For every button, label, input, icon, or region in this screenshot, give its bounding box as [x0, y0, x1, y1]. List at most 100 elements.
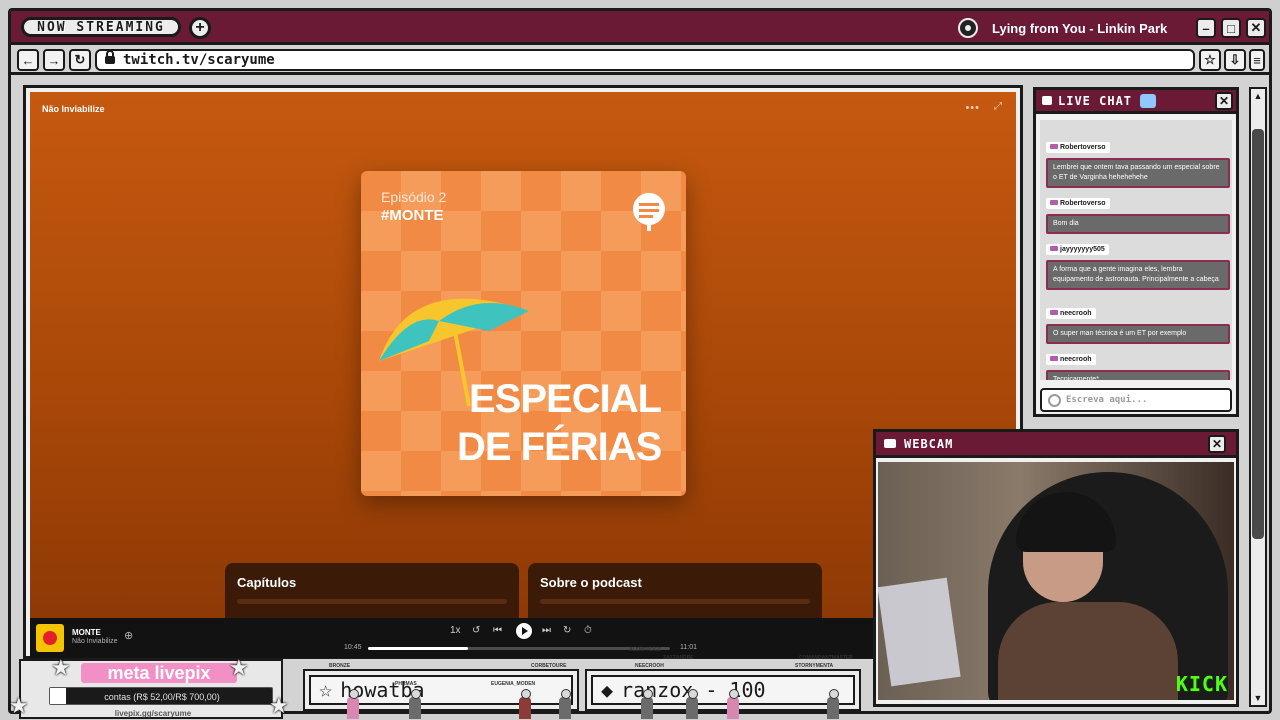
chat-message: Robertoverso Bom dia — [1046, 192, 1230, 234]
webcam-title: WEBCAM — [904, 436, 954, 451]
chat-username-text: Robertoverso — [1060, 144, 1106, 151]
page-scrollbar[interactable]: ▲ ▼ — [1249, 87, 1267, 707]
address-field[interactable]: twitch.tv/scaryume — [95, 49, 1195, 71]
url-text: twitch.tv/scaryume — [123, 52, 275, 68]
star-icon: ★ — [269, 693, 289, 718]
chat-input-placeholder: Escreva aqui... — [1066, 395, 1148, 405]
maximize-button[interactable]: □ — [1221, 18, 1241, 38]
star-icon: ★ — [229, 655, 249, 680]
music-disc-icon — [958, 18, 978, 38]
close-chat-button[interactable]: ✕ — [1215, 92, 1233, 110]
ticker-right-inner: ◆ ranzox - 100 — [591, 675, 855, 705]
rewind-15-icon[interactable]: ↺ — [472, 625, 480, 636]
play-button[interactable] — [516, 623, 532, 639]
sleep-timer-icon[interactable]: ⏱ — [584, 625, 592, 636]
lock-icon — [105, 50, 115, 64]
kick-logo: KICK — [1175, 672, 1228, 696]
next-icon[interactable]: ⏭ — [542, 625, 551, 636]
show-name: Não Inviabilize — [42, 104, 105, 114]
livepix-goal-title: meta livepix — [81, 663, 237, 683]
chat-message: neecrooh O super man técnica é um ET por… — [1046, 302, 1230, 344]
episode-cover: Episódio 2 #MONTE ESPECIAL DE FÉRIAS — [361, 171, 686, 496]
close-webcam-button[interactable]: ✕ — [1208, 435, 1226, 453]
diamond-icon: ◆ — [601, 678, 614, 702]
badge-icon — [1050, 246, 1058, 251]
sprite-name: PHRMAS — [395, 681, 417, 687]
webcam-panel: WEBCAM ✕ KICK — [873, 429, 1239, 707]
viewer-sprite — [641, 689, 653, 719]
now-playing-label: Lying from You - Linkin Park — [992, 20, 1168, 36]
now-streaming-badge: NOW STREAMING — [21, 17, 181, 37]
sprite-name: NEECROOH — [635, 663, 664, 669]
emoji-icon[interactable] — [1048, 393, 1061, 407]
scrollbar-thumb[interactable] — [1252, 129, 1264, 539]
viewer-sprite — [559, 689, 571, 719]
podcast-logo-icon — [632, 193, 665, 231]
chat-username: Robertoverso — [1046, 198, 1110, 209]
star-icon: ★ — [9, 693, 29, 718]
sprite-name: COMANDANTMASTER — [799, 655, 853, 661]
add-tab-button[interactable]: + — [189, 17, 211, 39]
sprite-name: STORNYMENTA — [795, 663, 834, 669]
live-chat-panel: LIVE CHAT ✕ Robertoverso Lembrei que ont… — [1033, 87, 1239, 417]
reload-button[interactable]: ↻ — [69, 49, 91, 71]
sprite-name: ALEMFROGS — [629, 647, 661, 653]
playback-speed-button[interactable]: 1x — [450, 625, 461, 636]
back-button[interactable]: ← — [17, 49, 39, 71]
chat-username-text: jayyyyyyy505 — [1060, 246, 1105, 253]
chat-message: neecrooh Tecnicamente* — [1046, 348, 1230, 380]
cover-headline-1: ESPECIAL — [469, 377, 662, 421]
chapters-placeholder — [237, 599, 507, 604]
chat-header: LIVE CHAT — [1036, 90, 1236, 114]
sprite-name: ZAZZANDRE — [663, 655, 694, 661]
forward-button[interactable]: → — [43, 49, 65, 71]
episode-number: Episódio 2 — [381, 189, 447, 205]
forward-15-icon[interactable]: ↻ — [563, 625, 571, 636]
livepix-progress-bar: contas (R$ 52,00/R$ 700,00) — [49, 687, 273, 705]
close-window-button[interactable]: ✕ — [1246, 18, 1266, 38]
minimize-button[interactable]: – — [1196, 18, 1216, 38]
chat-message-text: A forma que a gente imagina eles, lembra… — [1046, 260, 1230, 290]
track-artist[interactable]: Não Inviabilize — [72, 638, 118, 645]
chat-username-text: Robertoverso — [1060, 200, 1106, 207]
browser-window: NOW STREAMING + Lying from You - Linkin … — [8, 8, 1272, 719]
fullscreen-icon[interactable]: ⤢ — [994, 101, 1002, 112]
chat-messages[interactable]: Robertoverso Lembrei que ontem tava pass… — [1040, 120, 1232, 380]
bookmark-star-icon[interactable]: ☆ — [1199, 49, 1221, 71]
streamer-body — [998, 602, 1178, 700]
previous-icon[interactable]: ⏮ — [493, 625, 502, 636]
stream-overlay-bottom: meta livepix contas (R$ 52,00/R$ 700,00)… — [9, 647, 871, 719]
viewer-sprite — [519, 689, 531, 719]
viewer-sprite — [686, 689, 698, 719]
chat-username-text: neecrooh — [1060, 356, 1092, 363]
viewer-sprite — [347, 689, 359, 719]
add-to-library-icon[interactable]: ⊕ — [124, 629, 133, 642]
chat-message-text: Bom dia — [1046, 214, 1230, 234]
address-bar-row: ← → ↻ twitch.tv/scaryume ☆ ⇩ ≡ — [11, 45, 1269, 75]
ticker-right: ◆ ranzox - 100 — [585, 669, 861, 711]
chat-message-text: Lembrei que ontem tava passando um espec… — [1046, 158, 1230, 188]
now-playing: Lying from You - Linkin Park — [958, 17, 1198, 39]
scroll-up-icon[interactable]: ▲ — [1251, 89, 1265, 103]
cover-headline-2: DE FÉRIAS — [457, 425, 662, 469]
download-icon[interactable]: ⇩ — [1224, 49, 1246, 71]
thumbnail-logo-icon — [43, 631, 57, 645]
scroll-down-icon[interactable]: ▼ — [1251, 691, 1265, 705]
badge-icon — [1050, 200, 1058, 205]
more-options-icon[interactable]: ••• — [965, 102, 980, 114]
viewer-sprite — [827, 689, 839, 719]
track-title[interactable]: MONTE — [72, 628, 101, 637]
badge-icon — [1050, 356, 1058, 361]
badge-icon — [1050, 310, 1058, 315]
episode-name: #MONTE — [381, 207, 444, 224]
chat-message-text: O super man técnica é um ET por exemplo — [1046, 324, 1230, 344]
webcam-header: WEBCAM — [876, 432, 1236, 458]
users-icon — [1140, 93, 1157, 108]
about-podcast-title: Sobre o podcast — [540, 575, 642, 590]
menu-icon[interactable]: ≡ — [1249, 49, 1265, 71]
spotify-now-playing-view: Não Inviabilize ••• ⤢ Episódio 2 #MONTE — [30, 92, 1016, 652]
chat-username: neecrooh — [1046, 354, 1096, 365]
star-outline-icon: ☆ — [319, 677, 333, 703]
chat-input[interactable]: Escreva aqui... — [1040, 388, 1232, 412]
viewer-sprite — [727, 689, 739, 719]
